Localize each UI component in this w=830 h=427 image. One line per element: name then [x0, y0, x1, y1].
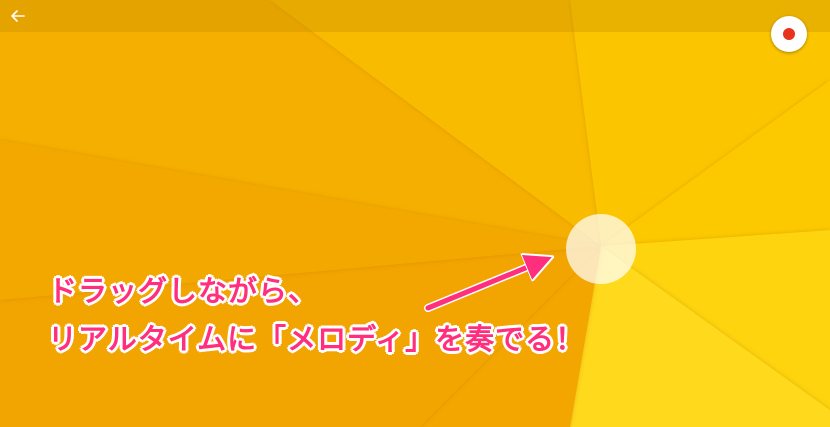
melody-drag-screen[interactable]: ドラッグしながら、 リアルタイムに「メロディ」を奏でる！ [0, 0, 830, 427]
drag-handle[interactable] [566, 214, 636, 284]
arrow-left-icon [11, 10, 25, 22]
caption-line-2: リアルタイムに「メロディ」を奏でる！ [48, 322, 586, 356]
back-button[interactable] [6, 4, 30, 28]
pinwheel-background [0, 0, 830, 427]
top-app-bar [0, 0, 830, 32]
record-button[interactable] [771, 16, 807, 52]
caption-line-1: ドラッグしながら、 [48, 274, 319, 308]
record-icon [783, 28, 795, 40]
